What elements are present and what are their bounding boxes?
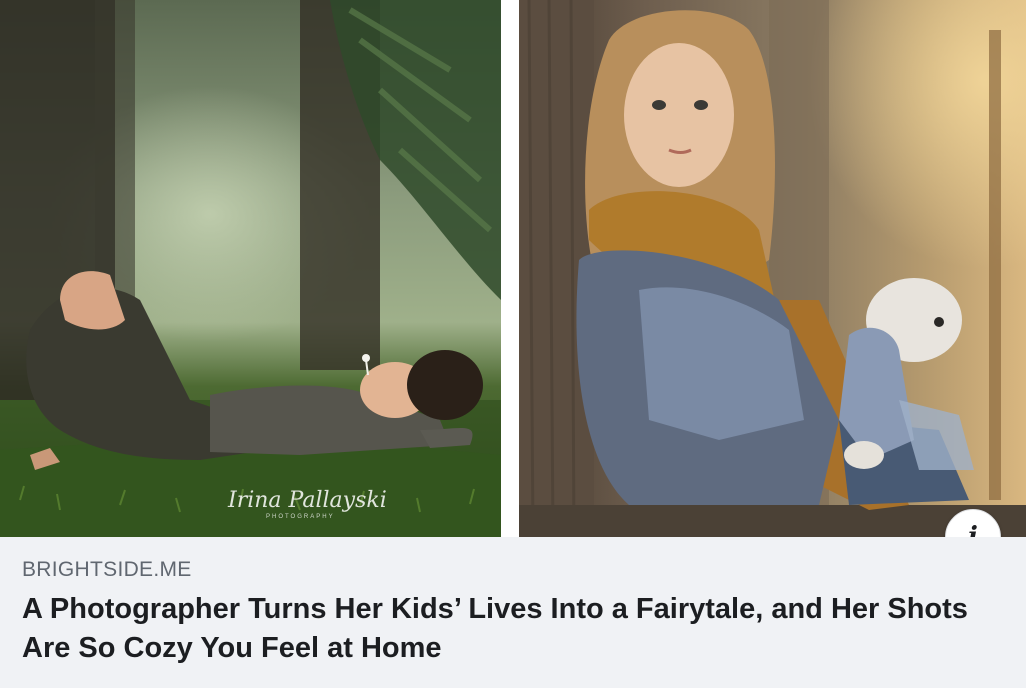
boy-lying-in-grass-photo[interactable]: Irina Pallayski PHOTOGRAPHY (0, 0, 501, 537)
boy-photo-illustration (0, 0, 501, 537)
preview-media[interactable]: Irina Pallayski PHOTOGRAPHY (0, 0, 1026, 565)
source-domain: BRIGHTSIDE.ME (22, 558, 192, 581)
link-preview-card[interactable]: Irina Pallayski PHOTOGRAPHY BRIGHTSIDE.M… (0, 0, 1026, 688)
girl-photo-illustration (519, 0, 1026, 537)
photographer-signature-watermark: Irina Pallayski (228, 488, 387, 513)
girl-with-toy-bunny-photo[interactable] (519, 0, 1026, 537)
photographer-watermark-subtitle: PHOTOGRAPHY (266, 514, 335, 520)
article-headline[interactable]: A Photographer Turns Her Kids’ Lives Int… (22, 590, 1002, 668)
